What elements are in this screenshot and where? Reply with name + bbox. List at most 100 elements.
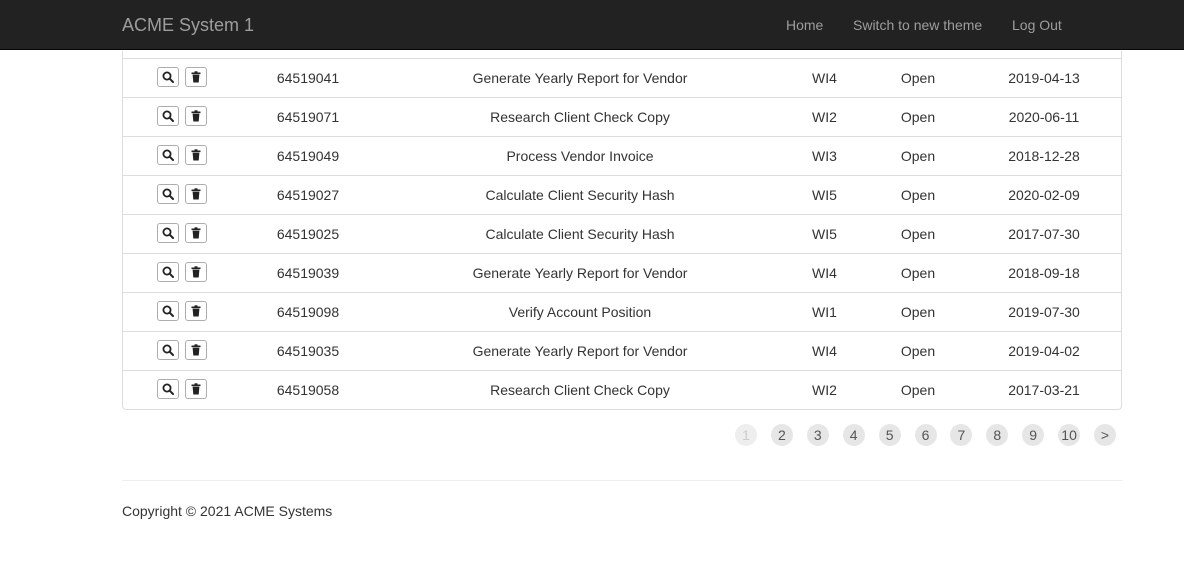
- item-description: Generate Yearly Report for Vendor: [472, 265, 688, 281]
- table-row: 64519035 Generate Yearly Report for Vendo…: [123, 332, 1121, 371]
- table-row: 64519025 Calculate Client Security Hash WI…: [123, 215, 1121, 254]
- row-actions: [123, 176, 243, 214]
- delete-item-button[interactable]: [185, 301, 207, 321]
- row-actions: [123, 332, 243, 370]
- item-id: 64519027: [276, 187, 340, 203]
- view-item-button[interactable]: [157, 379, 179, 399]
- item-type: WI4: [812, 265, 837, 281]
- item-description: Research Client Check Copy: [490, 382, 670, 398]
- nav-logout-link[interactable]: Log Out: [1012, 17, 1062, 33]
- item-date: 2020-06-11: [1008, 109, 1080, 125]
- row-actions: [123, 293, 243, 331]
- item-status: Open: [900, 382, 936, 398]
- delete-item-button[interactable]: [185, 145, 207, 165]
- table-row: 64519098 Verify Account Position WI1 Open 20…: [123, 293, 1121, 332]
- view-item-button[interactable]: [157, 223, 179, 243]
- row-actions: [123, 137, 243, 175]
- page-1-button[interactable]: 1: [735, 424, 757, 446]
- app-title[interactable]: ACME System 1: [122, 14, 254, 36]
- item-type: WI4: [812, 343, 837, 359]
- next-page-button[interactable]: >: [1094, 424, 1116, 446]
- item-description: Generate Yearly Report for Vendor: [472, 70, 688, 86]
- item-description: Calculate Client Security Hash: [485, 226, 675, 242]
- delete-item-button[interactable]: [185, 106, 207, 126]
- item-description: Calculate Client Security Hash: [485, 187, 675, 203]
- item-id: 64519025: [276, 226, 340, 242]
- page-3-button[interactable]: 3: [806, 424, 829, 446]
- page-2-button[interactable]: 2: [770, 424, 793, 446]
- row-actions: [123, 59, 243, 97]
- table-row: 64519041 Generate Yearly Report for Vendo…: [123, 59, 1121, 98]
- item-date: 2017-07-30: [1008, 226, 1080, 242]
- item-description: Verify Account Position: [508, 304, 652, 320]
- page-4-button[interactable]: 4: [842, 424, 865, 446]
- item-id: 64519049: [276, 148, 340, 164]
- delete-item-button[interactable]: [185, 340, 207, 360]
- work-items-table: 64519041 Generate Yearly Report for Vendo…: [122, 51, 1122, 410]
- item-description: Process Vendor Invoice: [506, 148, 654, 164]
- delete-item-button[interactable]: [185, 184, 207, 204]
- page-7-button[interactable]: 7: [950, 424, 973, 446]
- item-id: 64519098: [276, 304, 340, 320]
- item-date: 2019-07-30: [1008, 304, 1080, 320]
- item-type: WI4: [812, 70, 837, 86]
- item-description: Research Client Check Copy: [490, 109, 670, 125]
- delete-item-button[interactable]: [185, 67, 207, 87]
- table-row: 64519058 Research Client Check Copy WI2 Ope…: [123, 371, 1121, 409]
- table-row: 64519039 Generate Yearly Report for Vendo…: [123, 254, 1121, 293]
- item-id: 64519071: [276, 109, 340, 125]
- row-actions: [123, 215, 243, 253]
- navbar: ACME System 1 Home Switch to new theme L…: [0, 0, 1184, 50]
- item-date: 2017-03-21: [1008, 382, 1080, 398]
- delete-item-button[interactable]: [185, 262, 207, 282]
- item-id: 64519039: [276, 265, 340, 281]
- item-type: WI5: [812, 187, 837, 203]
- item-status: Open: [900, 304, 936, 320]
- item-status: Open: [900, 187, 936, 203]
- item-date: 2018-12-28: [1008, 148, 1080, 164]
- table-row: 64519049 Process Vendor Invoice WI3 Open 201…: [123, 137, 1121, 176]
- item-date: 2019-04-13: [1008, 70, 1080, 86]
- item-type: WI2: [812, 109, 837, 125]
- item-date: 2020-02-09: [1008, 187, 1080, 203]
- view-item-button[interactable]: [157, 184, 179, 204]
- row-actions: [123, 98, 243, 136]
- view-item-button[interactable]: [157, 301, 179, 321]
- copyright-text: Copyright © 2021 ACME Systems: [122, 503, 333, 519]
- item-date: 2018-09-18: [1008, 265, 1080, 281]
- item-description: Generate Yearly Report for Vendor: [472, 343, 688, 359]
- page-8-button[interactable]: 8: [986, 424, 1009, 446]
- page-6-button[interactable]: 6: [914, 424, 937, 446]
- delete-item-button[interactable]: [185, 379, 207, 399]
- item-status: Open: [900, 226, 936, 242]
- row-actions: [123, 254, 243, 292]
- item-type: WI5: [812, 226, 837, 242]
- item-status: Open: [900, 265, 936, 281]
- item-type: WI3: [812, 148, 837, 164]
- item-status: Open: [900, 148, 936, 164]
- item-date: 2019-04-02: [1008, 343, 1080, 359]
- item-id: 64519058: [276, 382, 340, 398]
- item-type: WI2: [812, 382, 837, 398]
- page-10-button[interactable]: 10: [1058, 424, 1081, 446]
- item-status: Open: [900, 109, 936, 125]
- footer-divider: [122, 480, 1122, 481]
- item-id: 64519041: [276, 70, 340, 86]
- page-9-button[interactable]: 9: [1022, 424, 1045, 446]
- item-status: Open: [900, 70, 936, 86]
- view-item-button[interactable]: [157, 262, 179, 282]
- nav-switch-theme-link[interactable]: Switch to new theme: [853, 17, 982, 33]
- delete-item-button[interactable]: [185, 223, 207, 243]
- item-status: Open: [900, 343, 936, 359]
- view-item-button[interactable]: [157, 106, 179, 126]
- nav-home-link[interactable]: Home: [786, 17, 823, 33]
- item-type: WI1: [812, 304, 837, 320]
- table-row: 64519071 Research Client Check Copy WI2 Ope…: [123, 98, 1121, 137]
- item-id: 64519035: [276, 343, 340, 359]
- view-item-button[interactable]: [157, 145, 179, 165]
- view-item-button[interactable]: [157, 340, 179, 360]
- table-row: 64519027 Calculate Client Security Hash WI…: [123, 176, 1121, 215]
- page-5-button[interactable]: 5: [878, 424, 901, 446]
- view-item-button[interactable]: [157, 67, 179, 87]
- row-actions: [123, 371, 243, 409]
